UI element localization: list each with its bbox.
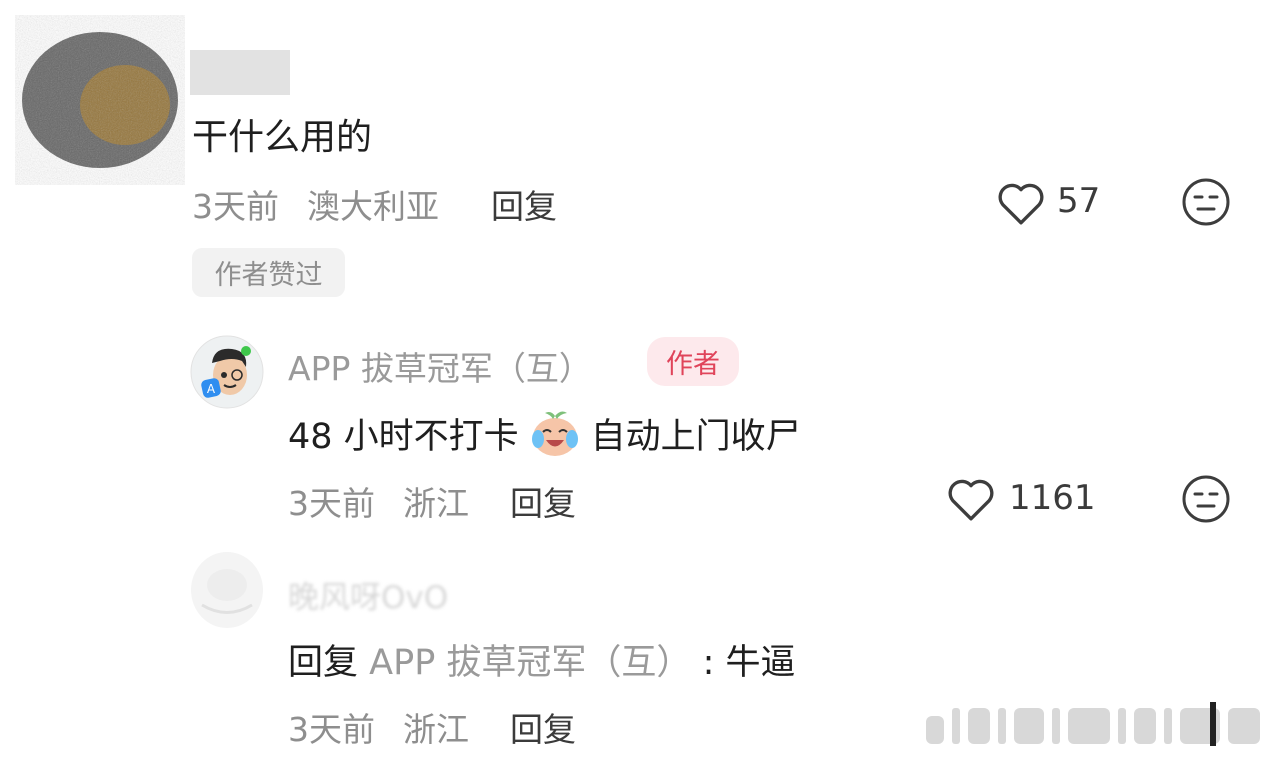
like-count: 1161: [1009, 478, 1096, 518]
author-liked-badge: 作者赞过: [192, 248, 345, 297]
avatar[interactable]: [15, 15, 185, 185]
reply-prefix: 回复: [288, 643, 359, 683]
watermark: [926, 702, 1260, 746]
author-liked-label: 作者赞过: [214, 260, 323, 291]
reply-target-username[interactable]: APP 拔草冠军（互）: [369, 643, 691, 683]
neutral-face-icon[interactable]: [1181, 474, 1231, 524]
reply-text: 48 小时不打卡 自动上门收尸: [288, 407, 801, 459]
comment-time: 3天前: [288, 710, 375, 749]
svg-text:A: A: [207, 382, 216, 396]
comment-thread: 干什么用的 3天前 澳大利亚 回复 57 作者赞过 A APP 拔草冠军（互） …: [0, 0, 1280, 763]
reply-text-part: 48 小时不打卡: [288, 416, 519, 457]
crying-laughing-face-icon: [531, 411, 578, 456]
heart-outline-icon[interactable]: [946, 476, 996, 522]
neutral-face-icon[interactable]: [1181, 177, 1231, 227]
username-redacted: [190, 50, 290, 95]
comment-location: 浙江: [403, 710, 469, 749]
heart-outline-icon[interactable]: [996, 180, 1046, 226]
reply-username[interactable]: APP 拔草冠军（互）: [288, 342, 592, 390]
author-tag-label: 作者: [666, 349, 720, 380]
comment-time: 3天前: [192, 187, 279, 226]
reply-button[interactable]: 回复: [491, 180, 557, 228]
reply-button[interactable]: 回复: [510, 477, 576, 525]
comment-time: 3天前: [288, 484, 375, 523]
author-tag: 作者: [647, 337, 739, 386]
reply-button[interactable]: 回复: [510, 703, 576, 751]
comment-text: 干什么用的: [192, 117, 373, 158]
reply-text-part: 自动上门收尸: [590, 416, 801, 457]
avatar[interactable]: A: [190, 335, 264, 409]
reply-username[interactable]: 晚风呀OvO: [288, 572, 448, 617]
comment-location: 浙江: [403, 484, 469, 523]
comment-location: 澳大利亚: [307, 187, 439, 226]
reply-text-part: : 牛逼: [702, 643, 796, 683]
like-count: 57: [1057, 181, 1101, 221]
avatar[interactable]: [190, 550, 264, 630]
reply-text: 回复 APP 拔草冠军（互） : 牛逼: [288, 634, 796, 685]
